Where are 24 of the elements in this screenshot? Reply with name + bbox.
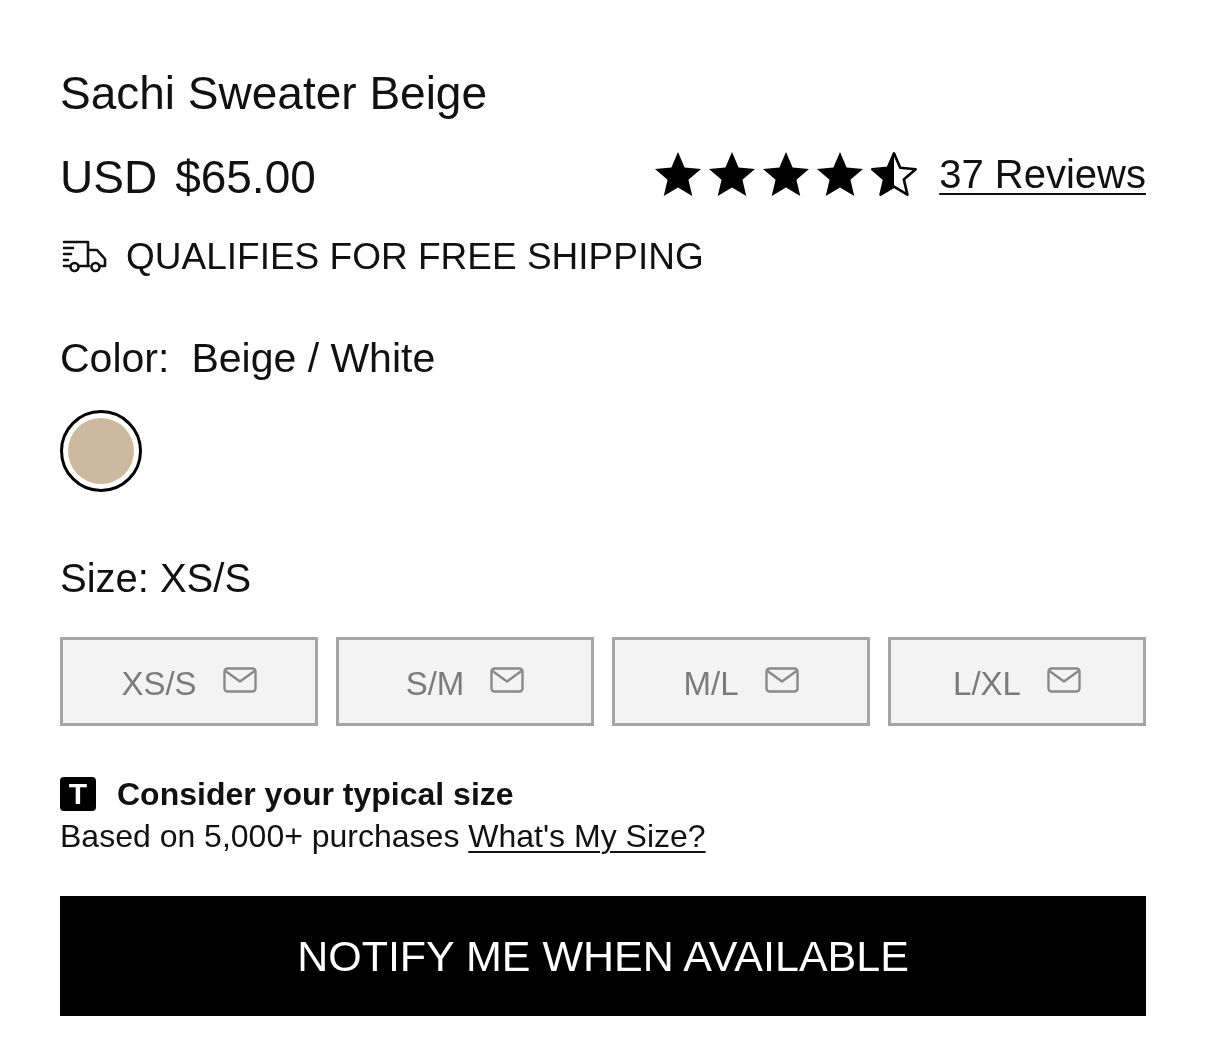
fit-title: Consider your typical size bbox=[117, 775, 514, 814]
size-value: XS/S bbox=[159, 556, 252, 600]
envelope-icon bbox=[764, 666, 799, 693]
star-icon bbox=[709, 152, 756, 196]
truck-icon bbox=[60, 239, 108, 275]
envelope-icon bbox=[222, 666, 257, 693]
free-shipping-text: QUALIFIES FOR FREE SHIPPING bbox=[126, 235, 704, 279]
size-label: Size: bbox=[60, 556, 149, 600]
envelope-icon bbox=[490, 666, 525, 693]
color-value: Beige / White bbox=[191, 336, 436, 380]
star-icon bbox=[655, 152, 702, 196]
reviews-link[interactable]: 37 Reviews bbox=[939, 151, 1146, 197]
color-label: Color: bbox=[60, 336, 170, 380]
price: $65.00 bbox=[175, 150, 316, 205]
notify-button[interactable]: NOTIFY ME WHEN AVAILABLE bbox=[60, 896, 1146, 1016]
fit-note: Based on 5,000+ purchases What's My Size? bbox=[60, 817, 706, 856]
product-title: Sachi Sweater Beige bbox=[60, 68, 488, 118]
star-icon bbox=[817, 152, 864, 196]
half-star-icon bbox=[871, 152, 918, 196]
envelope-icon bbox=[1046, 666, 1081, 693]
fit-logo: T bbox=[60, 777, 96, 811]
star-icon bbox=[763, 152, 810, 196]
currency-code: USD bbox=[60, 150, 158, 205]
whats-my-size-link[interactable]: What's My Size? bbox=[468, 818, 706, 854]
